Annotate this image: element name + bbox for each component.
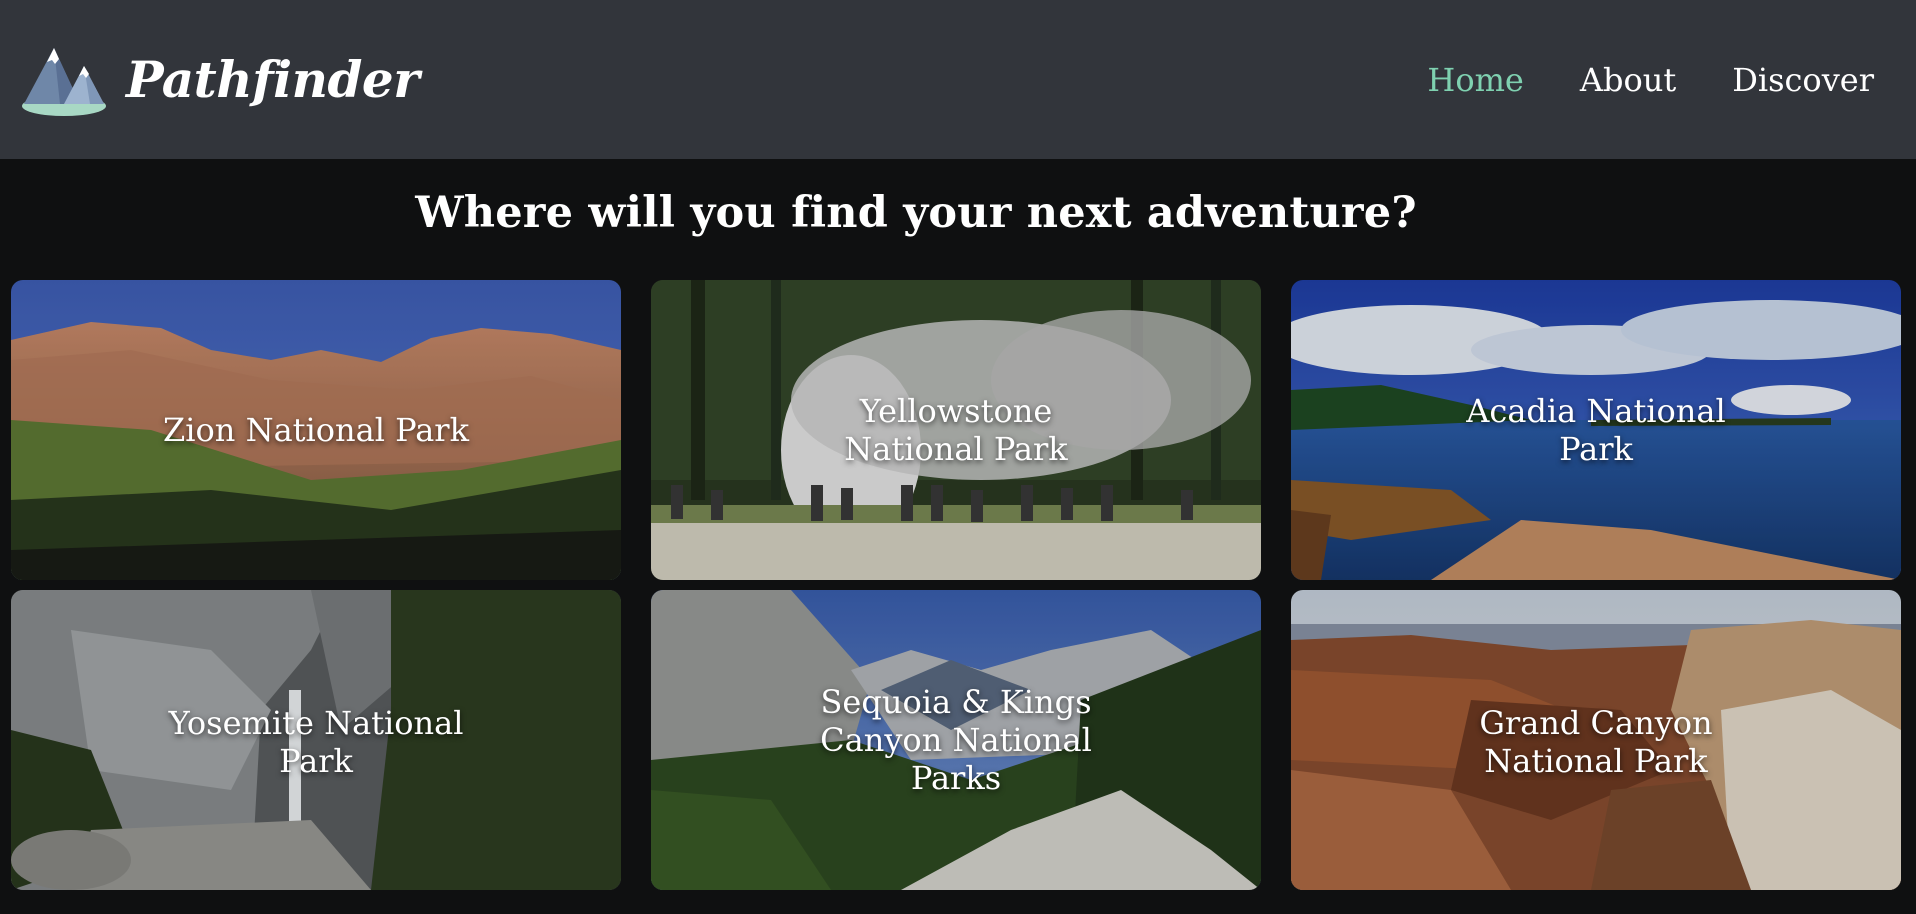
park-name: Zion National Park [163,411,469,449]
park-card-grand-canyon[interactable]: Grand Canyon National Park [1291,590,1901,890]
park-name: Grand Canyon National Park [1479,704,1713,780]
nav-link-about[interactable]: About [1580,61,1676,99]
park-card-yosemite[interactable]: Yosemite National Park [11,590,621,890]
brand-name: Pathfinder [126,50,420,109]
park-name: Sequoia & Kings Canyon National Parks [820,683,1092,797]
park-name: Yellowstone National Park [844,392,1068,468]
main-nav: Home About Discover [1427,61,1874,99]
nav-link-discover[interactable]: Discover [1732,61,1874,99]
brand-home-link[interactable]: Pathfinder [20,40,420,120]
park-name: Acadia National Park [1466,392,1726,468]
nav-link-home[interactable]: Home [1427,61,1523,99]
park-card-sequoia-kings-canyon[interactable]: Sequoia & Kings Canyon National Parks [651,590,1261,890]
park-card-yellowstone[interactable]: Yellowstone National Park [651,280,1261,580]
navbar: Pathfinder Home About Discover [0,0,1916,159]
headline-text: Where will you find your next adventure? [415,188,1417,238]
park-card-zion[interactable]: Zion National Park [11,280,621,580]
park-grid: Zion National Park Yellowstone National … [11,280,1901,890]
park-card-acadia[interactable]: Acadia National Park [1291,280,1901,580]
page-headline: Where will you find your next adventure? [0,188,1916,238]
mountain-logo-icon [22,47,106,116]
park-name: Yosemite National Park [168,704,464,780]
